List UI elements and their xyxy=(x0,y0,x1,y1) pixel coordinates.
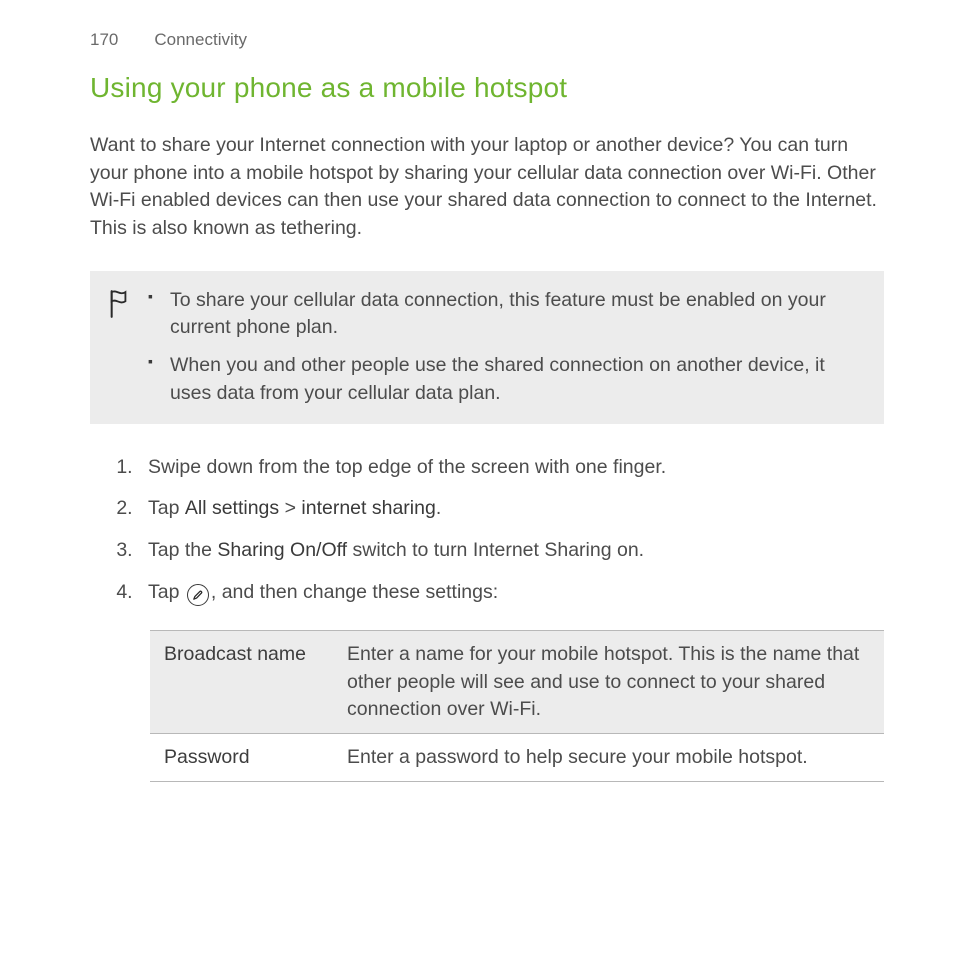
keyword-sharing-onoff: Sharing On/Off xyxy=(217,539,347,561)
step-4: Tap , and then change these settings: xyxy=(138,579,884,607)
intro-paragraph: Want to share your Internet connection w… xyxy=(90,132,884,243)
step-1: Swipe down from the top edge of the scre… xyxy=(138,454,884,482)
page-header: 170 Connectivity xyxy=(90,30,884,50)
section-name: Connectivity xyxy=(154,30,247,50)
page-title: Using your phone as a mobile hotspot xyxy=(90,72,884,104)
setting-desc: Enter a password to help secure your mob… xyxy=(333,734,884,782)
step-3: Tap the Sharing On/Off switch to turn In… xyxy=(138,537,884,565)
setting-desc: Enter a name for your mobile hotspot. Th… xyxy=(333,631,884,734)
page-number: 170 xyxy=(90,30,118,50)
table-row: Password Enter a password to help secure… xyxy=(150,734,884,782)
keyword-all-settings: All settings xyxy=(185,497,279,519)
table-row: Broadcast name Enter a name for your mob… xyxy=(150,631,884,734)
manual-page: 170 Connectivity Using your phone as a m… xyxy=(0,0,954,842)
note-list: To share your cellular data connection, … xyxy=(144,287,862,408)
flag-icon xyxy=(108,287,144,408)
note-box: To share your cellular data connection, … xyxy=(90,271,884,424)
keyword-internet-sharing: internet sharing xyxy=(301,497,435,519)
setting-label: Broadcast name xyxy=(150,631,333,734)
step-2: Tap All settings > internet sharing. xyxy=(138,495,884,523)
note-item: To share your cellular data connection, … xyxy=(144,287,862,342)
steps-list: Swipe down from the top edge of the scre… xyxy=(90,454,884,607)
setting-label: Password xyxy=(150,734,333,782)
note-item: When you and other people use the shared… xyxy=(144,352,862,407)
settings-table: Broadcast name Enter a name for your mob… xyxy=(150,630,884,782)
edit-icon xyxy=(187,584,209,606)
